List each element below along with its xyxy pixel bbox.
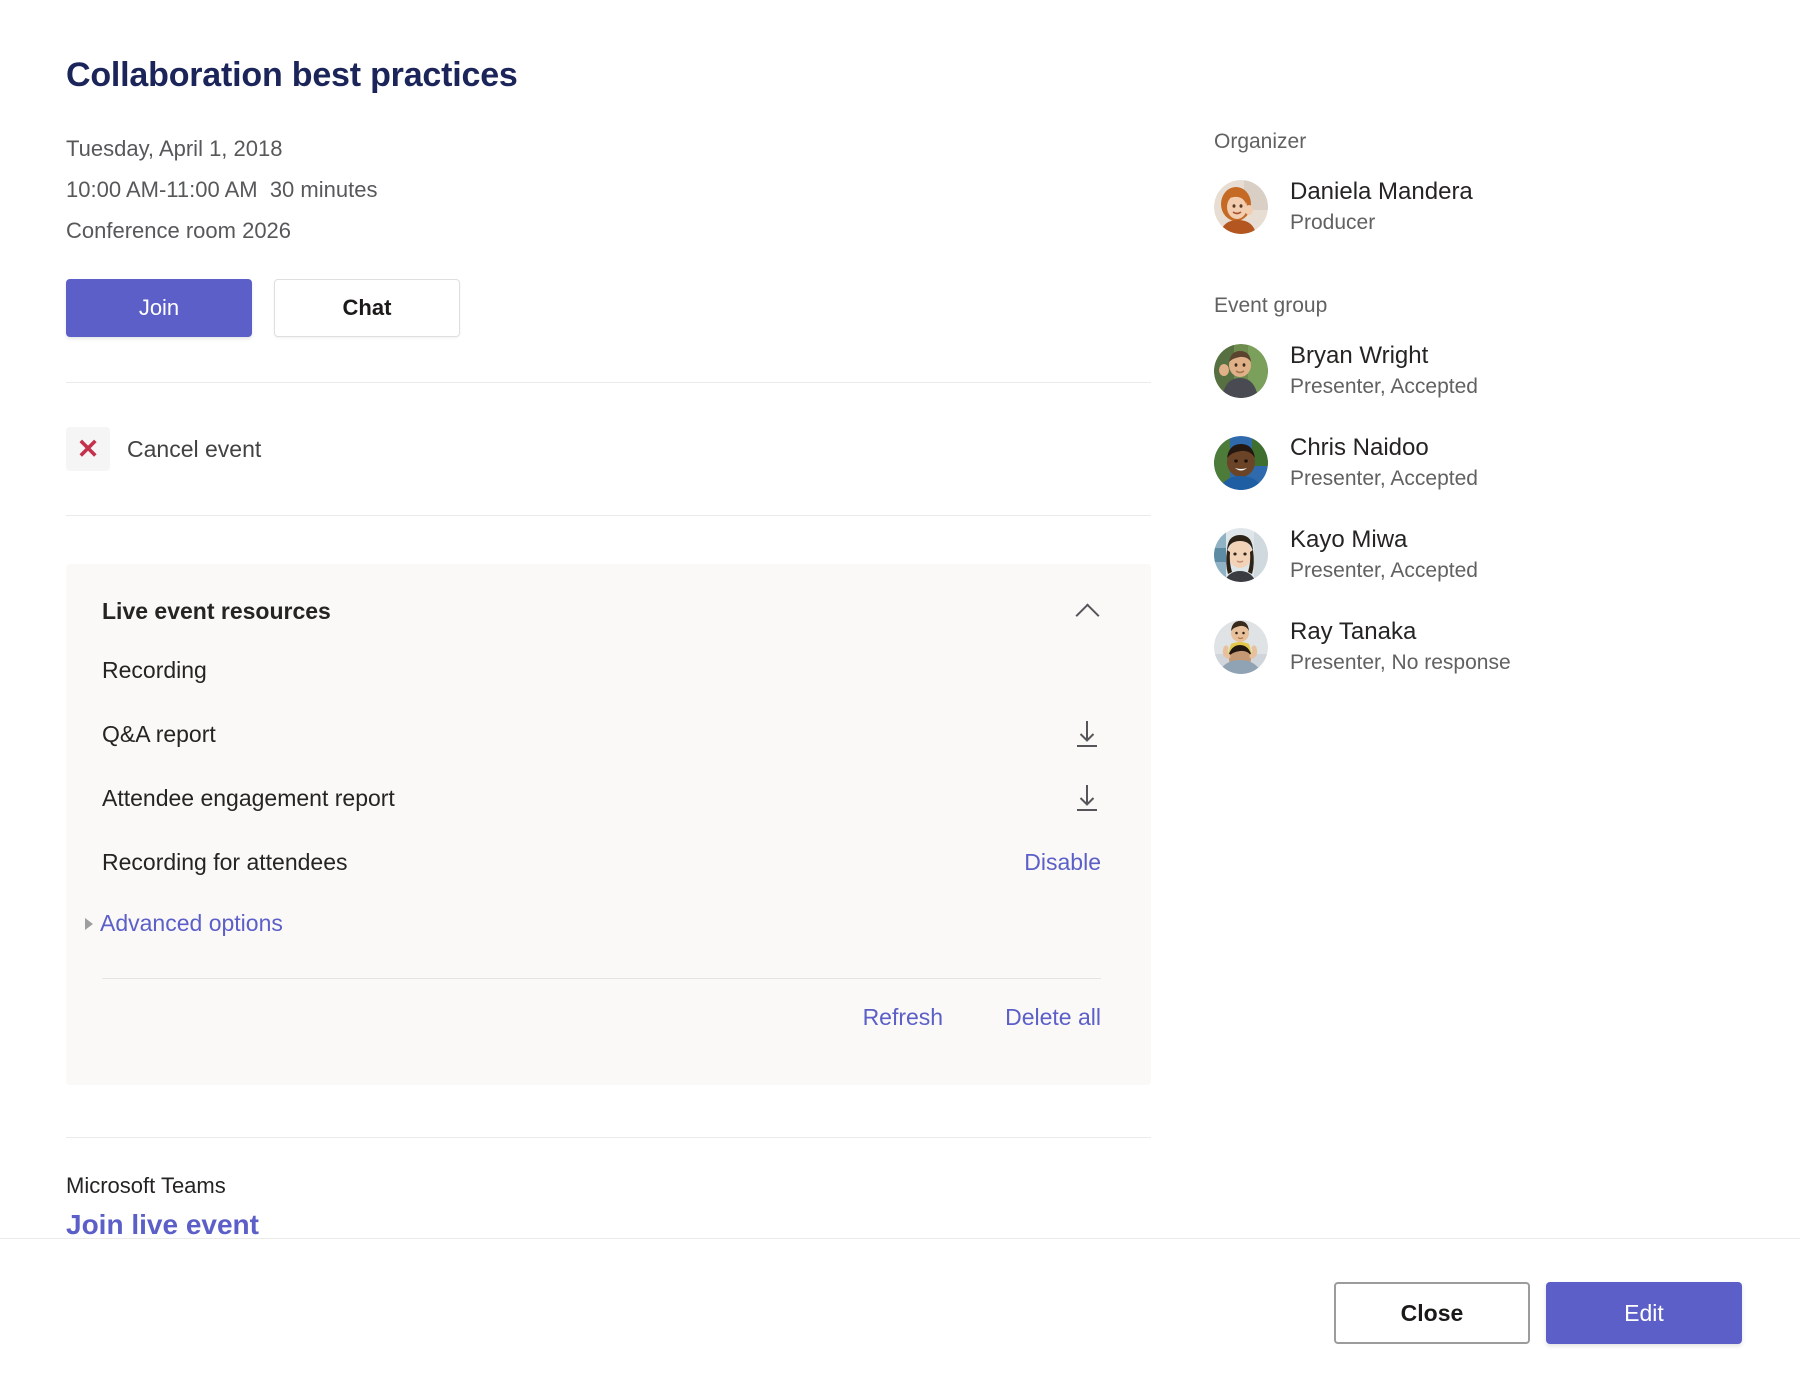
event-main-content: Collaboration best practices Tuesday, Ap…	[66, 0, 1166, 1241]
resource-label: Attendee engagement report	[102, 785, 395, 812]
close-button[interactable]: Close	[1334, 1282, 1530, 1344]
close-x-glyph: ✕	[77, 436, 100, 463]
resource-label: Q&A report	[102, 721, 216, 748]
download-icon[interactable]	[1073, 719, 1101, 749]
dialog-footer-buttons: Close Edit	[1334, 1282, 1742, 1344]
refresh-link[interactable]: Refresh	[863, 1004, 944, 1031]
person-text: Bryan Wright Presenter, Accepted	[1290, 341, 1478, 400]
live-event-resources-panel: Live event resources Recording Q&A repor…	[66, 564, 1151, 1085]
event-date: Tuesday, April 1, 2018	[66, 128, 1166, 169]
person-role: Presenter, Accepted	[1290, 465, 1478, 492]
avatar	[1214, 528, 1268, 582]
avatar-image	[1214, 436, 1268, 490]
avatar	[1214, 436, 1268, 490]
resource-row-recording-for-attendees: Recording for attendees Disable	[102, 830, 1115, 894]
download-icon[interactable]	[1073, 783, 1101, 813]
event-group-person-kayo-miwa[interactable]: Kayo Miwa Presenter, Accepted	[1214, 525, 1734, 584]
event-meta: Tuesday, April 1, 2018 10:00 AM-11:00 AM…	[66, 128, 1166, 251]
event-group-person-ray-tanaka[interactable]: Ray Tanaka Presenter, No response	[1214, 617, 1734, 676]
avatar-image	[1214, 344, 1268, 398]
resources-title: Live event resources	[102, 598, 331, 625]
delete-all-link[interactable]: Delete all	[1005, 1004, 1101, 1031]
person-role: Presenter, Accepted	[1290, 557, 1478, 584]
cancel-event-label: Cancel event	[127, 436, 261, 463]
person-text: Daniela Mandera Producer	[1290, 177, 1473, 236]
resource-label: Recording for attendees	[102, 849, 348, 876]
event-action-buttons: Join Chat	[66, 279, 1166, 337]
teams-block: Microsoft Teams Join live event	[66, 1173, 1166, 1241]
disable-recording-link[interactable]: Disable	[1024, 849, 1101, 876]
person-role: Presenter, Accepted	[1290, 373, 1478, 400]
edit-button[interactable]: Edit	[1546, 1282, 1742, 1344]
resource-action	[1071, 783, 1101, 813]
person-text: Ray Tanaka Presenter, No response	[1290, 617, 1511, 676]
event-group-person-bryan-wright[interactable]: Bryan Wright Presenter, Accepted	[1214, 341, 1734, 400]
resource-action: Disable	[1024, 849, 1101, 876]
resources-header: Live event resources	[102, 598, 1115, 638]
person-name: Kayo Miwa	[1290, 525, 1478, 555]
avatar-image	[1214, 528, 1268, 582]
event-time: 10:00 AM-11:00 AM 30 minutes	[66, 169, 1166, 210]
resource-row-attendee-engagement-report: Attendee engagement report	[102, 766, 1115, 830]
people-sidebar: Organizer	[1214, 130, 1734, 709]
person-text: Kayo Miwa Presenter, Accepted	[1290, 525, 1478, 584]
event-group-section-label: Event group	[1214, 294, 1734, 318]
join-live-event-link[interactable]: Join live event	[66, 1209, 259, 1241]
resource-row-recording: Recording	[102, 638, 1115, 702]
join-button[interactable]: Join	[66, 279, 252, 337]
resource-label: Recording	[102, 657, 207, 684]
avatar-image	[1214, 180, 1268, 234]
resource-row-qa-report: Q&A report	[102, 702, 1115, 766]
avatar	[1214, 344, 1268, 398]
chat-button[interactable]: Chat	[274, 279, 460, 337]
person-name: Chris Naidoo	[1290, 433, 1478, 463]
resource-action	[1071, 719, 1101, 749]
person-role: Presenter, No response	[1290, 649, 1511, 676]
person-text: Chris Naidoo Presenter, Accepted	[1290, 433, 1478, 492]
organizer-person[interactable]: Daniela Mandera Producer	[1214, 177, 1734, 236]
avatar-image	[1214, 620, 1268, 674]
bottom-divider	[0, 1238, 1800, 1239]
page-title: Collaboration best practices	[66, 56, 1166, 95]
event-location: Conference room 2026	[66, 210, 1166, 251]
person-name: Bryan Wright	[1290, 341, 1478, 371]
cancel-event-row[interactable]: ✕ Cancel event	[66, 383, 1166, 515]
divider-above-teams	[66, 1137, 1151, 1138]
avatar	[1214, 180, 1268, 234]
organizer-section-label: Organizer	[1214, 130, 1734, 154]
person-name: Ray Tanaka	[1290, 617, 1511, 647]
chevron-up-icon[interactable]	[1075, 598, 1101, 624]
advanced-options-link[interactable]: Advanced options	[100, 910, 283, 937]
event-details-dialog: Collaboration best practices Tuesday, Ap…	[0, 0, 1800, 1400]
triangle-right-icon	[85, 918, 93, 930]
teams-app-name: Microsoft Teams	[66, 1173, 1166, 1199]
advanced-options-row[interactable]: Advanced options	[85, 894, 1115, 952]
person-name: Daniela Mandera	[1290, 177, 1473, 207]
close-x-icon: ✕	[66, 427, 110, 471]
event-group-person-chris-naidoo[interactable]: Chris Naidoo Presenter, Accepted	[1214, 433, 1734, 492]
resources-footer: Refresh Delete all	[102, 979, 1115, 1055]
divider-below-cancel	[66, 515, 1151, 516]
avatar	[1214, 620, 1268, 674]
person-role: Producer	[1290, 209, 1473, 236]
